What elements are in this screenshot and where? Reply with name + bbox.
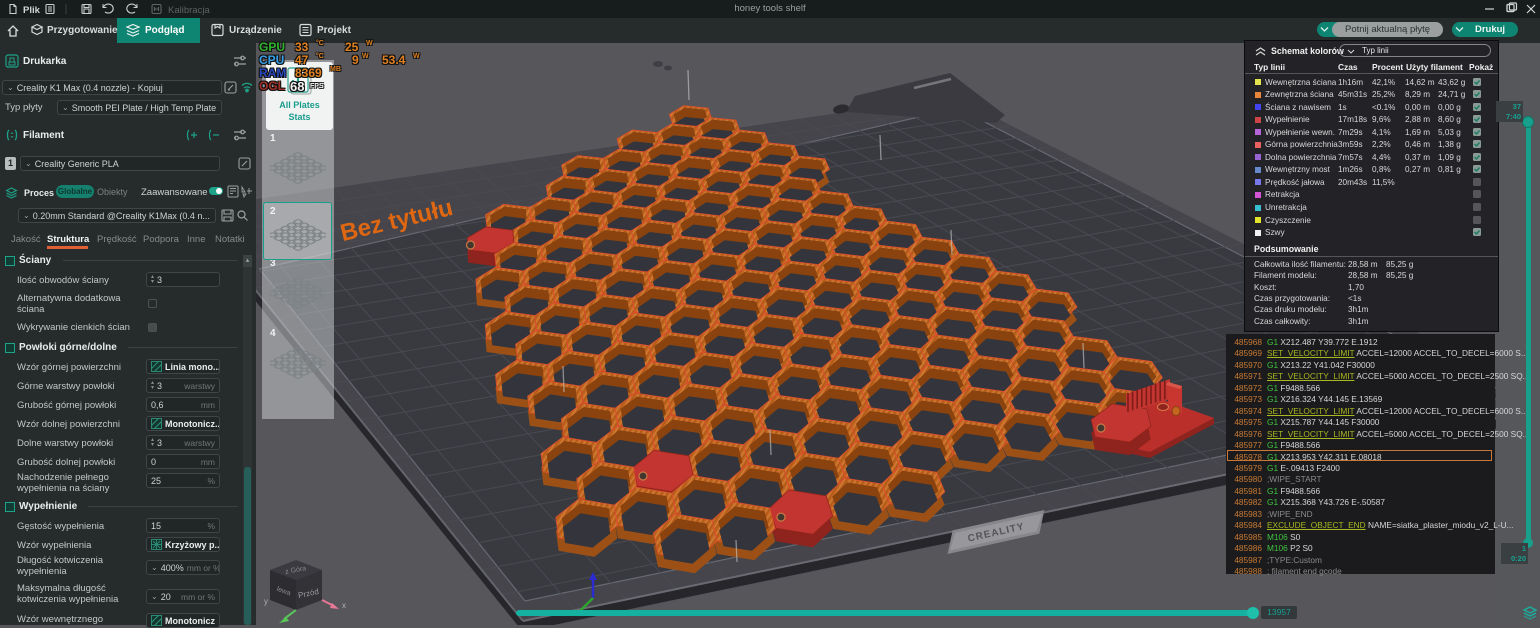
svg-text:x: x <box>342 601 346 610</box>
svg-text:Kalibracja: Kalibracja <box>168 5 210 16</box>
svg-text:y: y <box>264 597 268 606</box>
svg-text:Plik: Plik <box>23 5 41 16</box>
